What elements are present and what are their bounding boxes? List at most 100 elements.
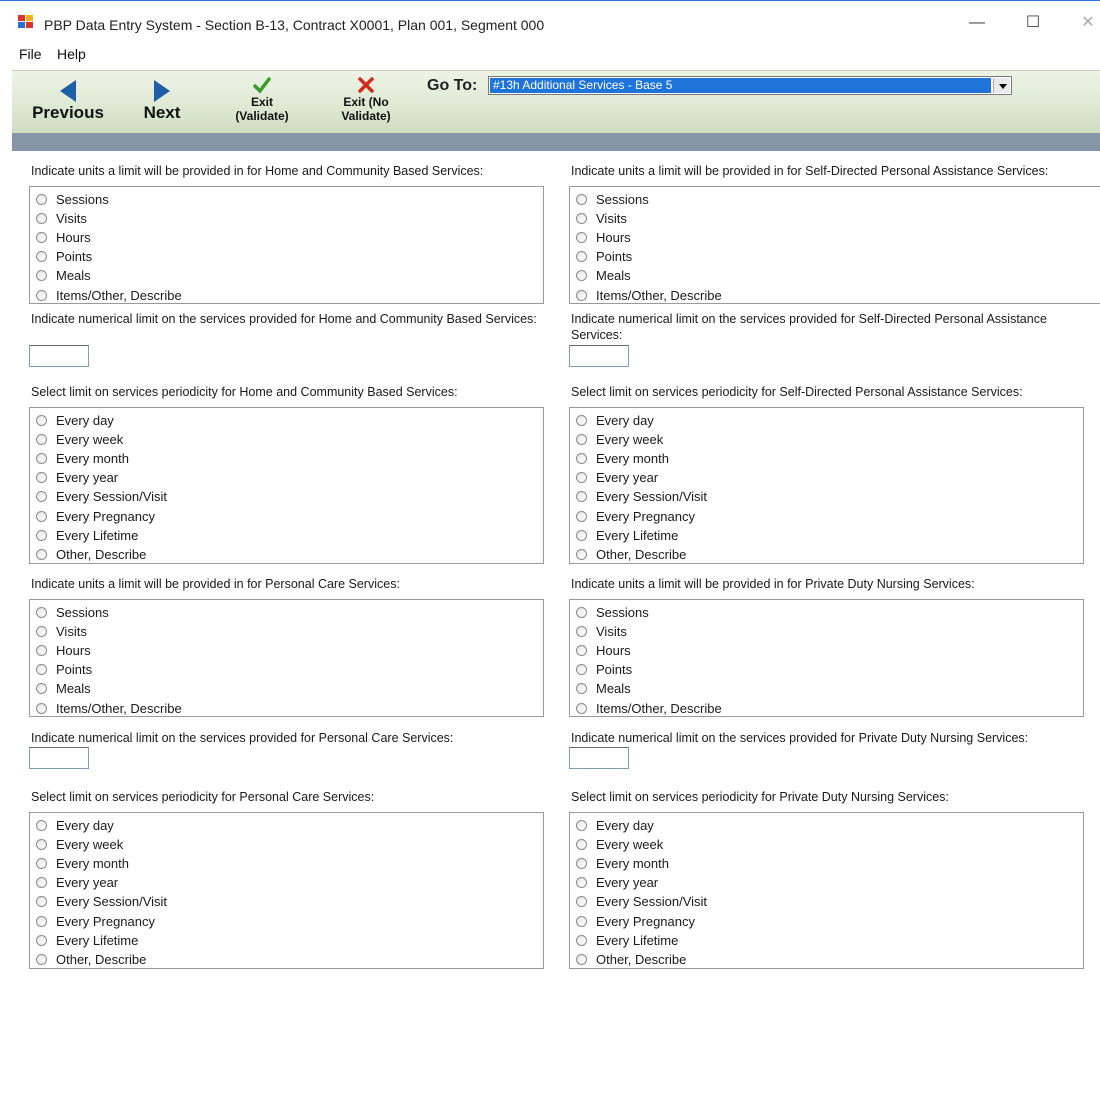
hcbs-period-group-option[interactable]: Every week <box>36 430 123 449</box>
pdns-period-group-option[interactable]: Every week <box>576 835 663 854</box>
pcs-period-group-option[interactable]: Other, Describe <box>36 950 146 969</box>
radio-button-icon[interactable] <box>576 289 587 301</box>
pcs-period-group-option[interactable]: Every week <box>36 835 123 854</box>
exit-validate-button[interactable]: Exit (Validate) <box>222 75 302 123</box>
radio-button-icon[interactable] <box>36 702 47 714</box>
hcbs-units-group-option[interactable]: Points <box>36 247 92 266</box>
hcbs-period-group-option[interactable]: Every month <box>36 449 129 468</box>
radio-button-icon[interactable] <box>36 415 47 426</box>
radio-button-icon[interactable] <box>36 472 47 484</box>
radio-button-icon[interactable] <box>576 645 587 657</box>
radio-button-icon[interactable] <box>36 877 47 889</box>
hcbs-period-group-option[interactable]: Every year <box>36 468 118 487</box>
pcs-period-group-option[interactable]: Every Lifetime <box>36 931 138 950</box>
hcbs-period-group-option[interactable]: Every Session/Visit <box>36 487 167 506</box>
radio-button-icon[interactable] <box>36 232 47 244</box>
radio-button-icon[interactable] <box>36 270 47 282</box>
radio-button-icon[interactable] <box>576 683 587 695</box>
pcs-units-group-option[interactable]: Points <box>36 660 92 679</box>
sdpas-period-group-option[interactable]: Every year <box>576 468 658 487</box>
sdpas-units-group-option[interactable]: Items/Other, Describe <box>576 286 722 305</box>
pcs-period-group-option[interactable]: Every day <box>36 816 114 835</box>
radio-button-icon[interactable] <box>576 194 587 205</box>
menu-file[interactable]: File <box>19 46 42 62</box>
pcs-units-group-option[interactable]: Items/Other, Describe <box>36 699 182 718</box>
sdpas-period-group-option[interactable]: Other, Describe <box>576 545 686 564</box>
hcbs-units-group-option[interactable]: Meals <box>36 266 91 285</box>
pcs-units-group-option[interactable]: Visits <box>36 622 87 641</box>
radio-button-icon[interactable] <box>576 415 587 426</box>
radio-button-icon[interactable] <box>36 626 47 638</box>
sdpas-limit-input[interactable] <box>569 345 629 367</box>
goto-dropdown[interactable]: #13h Additional Services - Base 5 <box>488 76 1012 95</box>
pdns-period-group-option[interactable]: Every Lifetime <box>576 931 678 950</box>
sdpas-units-group-option[interactable]: Sessions <box>576 190 649 209</box>
hcbs-units-group-option[interactable]: Visits <box>36 209 87 228</box>
hcbs-limit-input[interactable] <box>29 345 89 367</box>
pdns-period-group-option[interactable]: Every year <box>576 873 658 892</box>
radio-button-icon[interactable] <box>36 491 47 503</box>
sdpas-period-group-option[interactable]: Every Pregnancy <box>576 507 695 526</box>
previous-button[interactable]: Previous <box>28 79 108 123</box>
hcbs-units-group-option[interactable]: Sessions <box>36 190 109 209</box>
sdpas-period-group-option[interactable]: Every Lifetime <box>576 526 678 545</box>
pcs-period-group-option[interactable]: Every Session/Visit <box>36 892 167 911</box>
pdns-period-group-option[interactable]: Every Session/Visit <box>576 892 707 911</box>
radio-button-icon[interactable] <box>36 664 47 676</box>
radio-button-icon[interactable] <box>36 820 47 831</box>
pcs-units-group-option[interactable]: Meals <box>36 679 91 698</box>
radio-button-icon[interactable] <box>576 548 587 560</box>
chevron-down-icon[interactable] <box>993 78 1010 93</box>
sdpas-units-group-option[interactable]: Meals <box>576 266 631 285</box>
pcs-limit-input[interactable] <box>29 747 89 769</box>
next-button[interactable]: Next <box>134 79 190 123</box>
hcbs-units-group-option[interactable]: Hours <box>36 228 91 247</box>
radio-button-icon[interactable] <box>576 607 587 618</box>
sdpas-period-group-option[interactable]: Every week <box>576 430 663 449</box>
radio-button-icon[interactable] <box>36 510 47 522</box>
radio-button-icon[interactable] <box>576 702 587 714</box>
radio-button-icon[interactable] <box>576 896 587 908</box>
radio-button-icon[interactable] <box>576 529 587 541</box>
pdns-units-group-option[interactable]: Points <box>576 660 632 679</box>
radio-button-icon[interactable] <box>576 820 587 831</box>
radio-button-icon[interactable] <box>36 858 47 870</box>
pdns-units-group-option[interactable]: Sessions <box>576 603 649 622</box>
radio-button-icon[interactable] <box>576 953 587 965</box>
radio-button-icon[interactable] <box>36 548 47 560</box>
pdns-period-group-option[interactable]: Every Pregnancy <box>576 912 695 931</box>
radio-button-icon[interactable] <box>576 664 587 676</box>
radio-button-icon[interactable] <box>576 491 587 503</box>
radio-button-icon[interactable] <box>576 472 587 484</box>
radio-button-icon[interactable] <box>576 839 587 851</box>
radio-button-icon[interactable] <box>36 896 47 908</box>
sdpas-period-group-option[interactable]: Every day <box>576 411 654 430</box>
radio-button-icon[interactable] <box>36 529 47 541</box>
exit-novalidate-button[interactable]: Exit (No Validate) <box>326 75 406 123</box>
hcbs-period-group-option[interactable]: Every Pregnancy <box>36 507 155 526</box>
sdpas-period-group-option[interactable]: Every month <box>576 449 669 468</box>
radio-button-icon[interactable] <box>576 270 587 282</box>
pdns-units-group-option[interactable]: Items/Other, Describe <box>576 699 722 718</box>
pdns-units-group-option[interactable]: Visits <box>576 622 627 641</box>
radio-button-icon[interactable] <box>576 510 587 522</box>
pcs-units-group-option[interactable]: Hours <box>36 641 91 660</box>
pdns-period-group-option[interactable]: Every day <box>576 816 654 835</box>
minimize-button[interactable]: — <box>967 13 987 33</box>
pdns-units-group-option[interactable]: Hours <box>576 641 631 660</box>
radio-button-icon[interactable] <box>36 289 47 301</box>
sdpas-period-group-option[interactable]: Every Session/Visit <box>576 487 707 506</box>
sdpas-units-group-option[interactable]: Visits <box>576 209 627 228</box>
radio-button-icon[interactable] <box>36 953 47 965</box>
sdpas-units-group-option[interactable]: Points <box>576 247 632 266</box>
pdns-period-group-option[interactable]: Every month <box>576 854 669 873</box>
radio-button-icon[interactable] <box>36 645 47 657</box>
radio-button-icon[interactable] <box>36 607 47 618</box>
pdns-units-group-option[interactable]: Meals <box>576 679 631 698</box>
pcs-units-group-option[interactable]: Sessions <box>36 603 109 622</box>
radio-button-icon[interactable] <box>576 232 587 244</box>
radio-button-icon[interactable] <box>576 877 587 889</box>
radio-button-icon[interactable] <box>576 934 587 946</box>
pdns-period-group-option[interactable]: Other, Describe <box>576 950 686 969</box>
pdns-limit-input[interactable] <box>569 747 629 769</box>
